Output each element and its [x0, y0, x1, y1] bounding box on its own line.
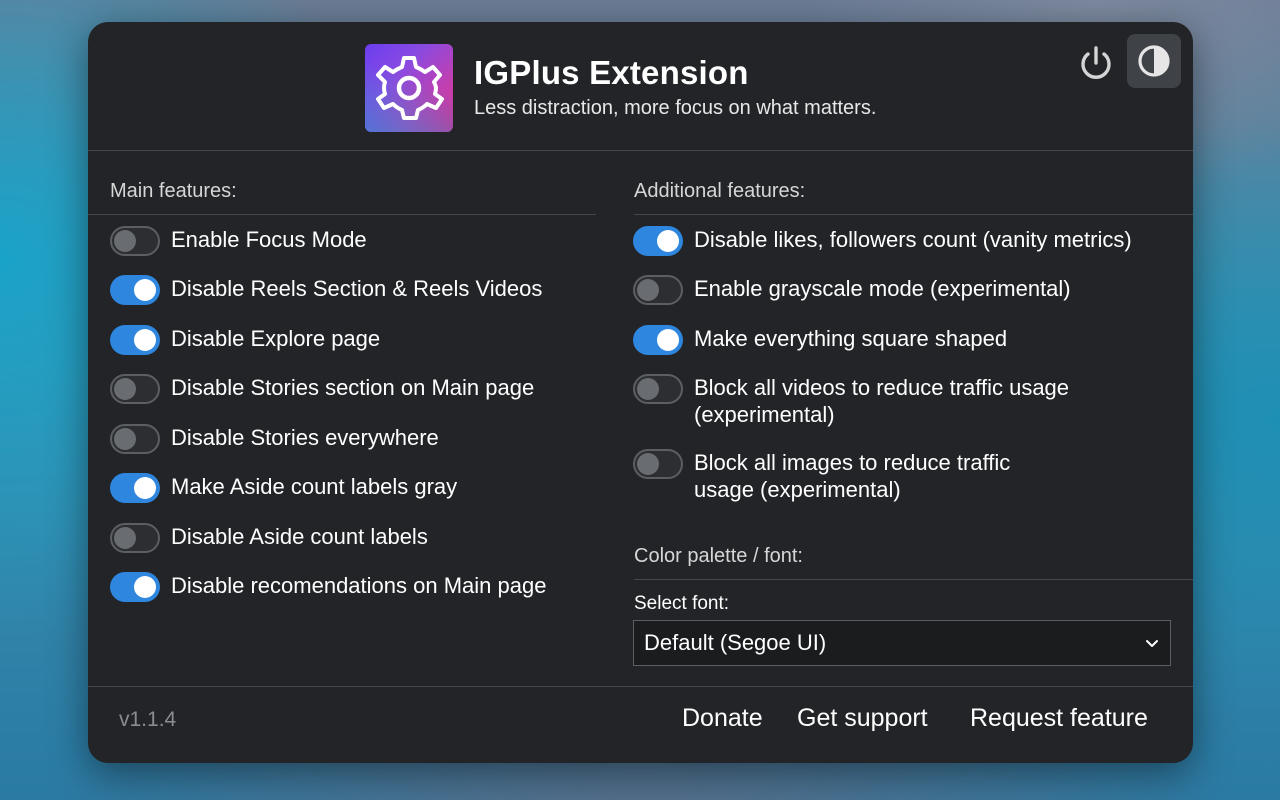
divider: [88, 214, 596, 215]
theme-toggle-button[interactable]: [1127, 34, 1181, 88]
toggle-switch[interactable]: [110, 325, 160, 355]
feature-label: Disable Stories section on Main page: [171, 375, 535, 400]
feature-label: Enable grayscale mode (experimental): [694, 276, 1071, 301]
divider: [634, 579, 1193, 580]
toggle-knob: [134, 329, 156, 351]
toggle-switch[interactable]: [110, 572, 160, 602]
toggle-knob: [134, 477, 156, 499]
feature-label: Disable recomendations on Main page: [171, 573, 547, 598]
version-label: v1.1.4: [119, 708, 177, 731]
toggle-switch[interactable]: [633, 374, 683, 404]
font-select-value: Default (Segoe UI): [644, 630, 827, 655]
feature-square-shaped: Make everything square shaped: [633, 325, 1007, 355]
toggle-switch[interactable]: [633, 449, 683, 479]
feature-label: Make everything square shaped: [694, 326, 1008, 351]
feature-label: Disable Aside count labels: [171, 524, 428, 549]
power-button[interactable]: [1072, 40, 1120, 88]
feature-disable-recommendations: Disable recomendations on Main page: [110, 572, 546, 602]
toggle-switch[interactable]: [110, 275, 160, 305]
header: IGPlus Extension Less distraction, more …: [88, 22, 1193, 151]
chevron-down-icon: [1146, 640, 1158, 647]
main-features-title: Main features:: [110, 180, 237, 202]
toggle-knob: [114, 230, 136, 252]
power-icon: [1081, 46, 1111, 79]
toggle-switch[interactable]: [110, 523, 160, 553]
feature-aside-labels-gray: Make Aside count labels gray: [110, 473, 457, 503]
feature-disable-stories-everywhere: Disable Stories everywhere: [110, 424, 439, 454]
toggle-knob: [637, 453, 659, 475]
feature-disable-stories-main: Disable Stories section on Main page: [110, 374, 534, 404]
feature-block-videos: Block all videos to reduce traffic usage…: [633, 374, 1073, 428]
select-font-label: Select font:: [634, 593, 730, 614]
feature-label: Disable likes, followers count (vanity m…: [694, 227, 1132, 252]
feature-disable-aside-labels: Disable Aside count labels: [110, 523, 428, 553]
feature-label: Disable Stories everywhere: [171, 425, 439, 450]
feature-disable-explore: Disable Explore page: [110, 325, 380, 355]
feature-block-images: Block all images to reduce traffic usage…: [633, 449, 1073, 503]
feature-label: Block all images to reduce traffic usage…: [694, 450, 1011, 502]
toggle-knob: [134, 279, 156, 301]
toggle-knob: [134, 576, 156, 598]
toggle-knob: [114, 527, 136, 549]
toggle-switch[interactable]: [110, 424, 160, 454]
toggle-knob: [657, 329, 679, 351]
feature-grayscale-mode: Enable grayscale mode (experimental): [633, 275, 1071, 305]
toggle-switch[interactable]: [110, 473, 160, 503]
get-support-link[interactable]: Get support: [797, 704, 928, 733]
feature-label: Enable Focus Mode: [171, 227, 367, 252]
toggle-switch[interactable]: [633, 275, 683, 305]
footer-divider: [88, 686, 1193, 687]
toggle-knob: [114, 428, 136, 450]
feature-label: Disable Explore page: [171, 326, 381, 351]
feature-label: Make Aside count labels gray: [171, 474, 458, 499]
toggle-switch[interactable]: [110, 374, 160, 404]
palette-title: Color palette / font:: [634, 545, 803, 567]
toggle-knob: [637, 279, 659, 301]
toggle-switch[interactable]: [633, 325, 683, 355]
extension-popup: IGPlus Extension Less distraction, more …: [88, 22, 1193, 763]
toggle-switch[interactable]: [633, 226, 683, 256]
app-subtitle: Less distraction, more focus on what mat…: [474, 97, 877, 119]
logo: [365, 44, 453, 132]
donate-link[interactable]: Donate: [682, 704, 763, 733]
feature-label: Block all videos to reduce traffic usage…: [694, 375, 1070, 427]
feature-enable-focus-mode: Enable Focus Mode: [110, 226, 367, 256]
additional-features-title: Additional features:: [634, 180, 806, 202]
toggle-knob: [637, 378, 659, 400]
request-feature-link[interactable]: Request feature: [970, 704, 1148, 733]
feature-label: Disable Reels Section & Reels Videos: [171, 276, 543, 301]
app-title: IGPlus Extension: [474, 54, 749, 91]
font-select[interactable]: Default (Segoe UI): [633, 620, 1171, 666]
feature-disable-reels: Disable Reels Section & Reels Videos: [110, 275, 542, 305]
gear-icon: [376, 56, 444, 120]
toggle-switch[interactable]: [110, 226, 160, 256]
contrast-icon: [1138, 45, 1170, 77]
toggle-knob: [657, 230, 679, 252]
divider: [634, 214, 1193, 215]
feature-disable-vanity-metrics: Disable likes, followers count (vanity m…: [633, 226, 1132, 256]
toggle-knob: [114, 378, 136, 400]
